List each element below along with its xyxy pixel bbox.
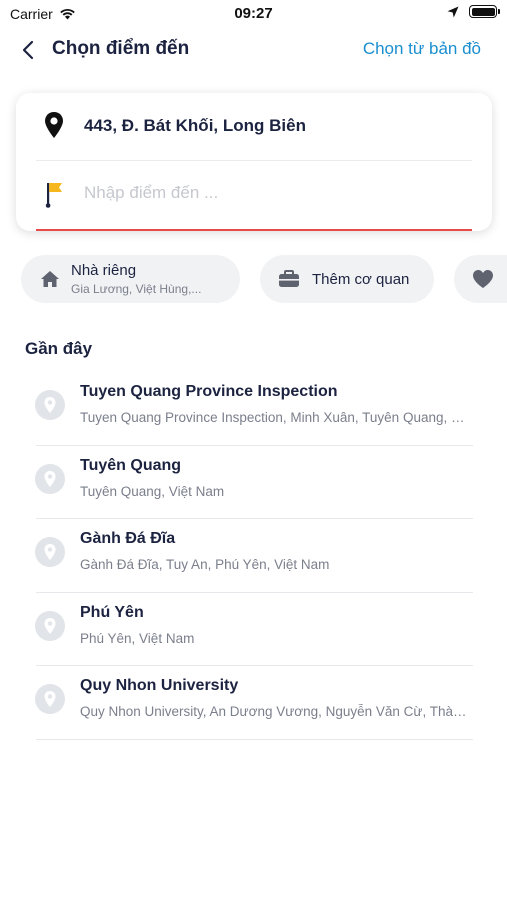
add-work-chip[interactable]: Thêm cơ quan	[260, 255, 434, 303]
back-button[interactable]	[14, 36, 42, 64]
location-pin-icon	[45, 112, 63, 138]
recent-item-name: Tuyên Quang	[80, 456, 182, 474]
map-pin-icon	[35, 463, 65, 494]
heart-icon	[472, 268, 494, 290]
recent-item-address: Phú Yên, Việt Nam	[80, 630, 195, 646]
destination-underline	[36, 229, 472, 231]
route-card: 443, Đ. Bát Khối, Long Biên	[16, 93, 492, 231]
map-pin-icon	[35, 537, 65, 567]
status-bar: Carrier 09:27	[0, 0, 507, 28]
recent-item[interactable]: Quy Nhon University Quy Nhon University,…	[0, 666, 507, 740]
chevron-left-icon	[22, 40, 34, 60]
recent-list: Tuyen Quang Province Inspection Tuyen Qu…	[0, 372, 507, 740]
recent-item[interactable]: Gành Đá Đĩa Gành Đá Đĩa, Tuy An, Phú Yên…	[0, 519, 507, 593]
flag-icon	[45, 183, 62, 208]
map-pin-icon	[35, 390, 65, 420]
destination-row	[16, 161, 492, 227]
favorites-chip[interactable]	[454, 255, 507, 303]
list-divider	[36, 738, 473, 740]
briefcase-icon	[278, 268, 300, 290]
recent-item-address: Tuyen Quang Province Inspection, Minh Xu…	[80, 410, 472, 425]
status-indicators	[447, 5, 500, 18]
nav-bar: Chọn điểm đến Chọn từ bản đồ	[0, 28, 507, 72]
home-icon	[39, 268, 61, 290]
recent-section-title: Gần đây	[25, 339, 93, 358]
pick-from-map-button[interactable]: Chọn từ bản đồ	[363, 39, 481, 59]
recent-item-address: Tuyên Quang, Việt Nam	[80, 483, 225, 499]
origin-row[interactable]: 443, Đ. Bát Khối, Long Biên	[16, 93, 492, 159]
location-arrow-icon	[447, 6, 459, 17]
recent-item-name: Phú Yên	[80, 603, 144, 621]
recent-item[interactable]: Tuyên Quang Tuyên Quang, Việt Nam	[0, 446, 507, 519]
recent-item-address: Gành Đá Đĩa, Tuy An, Phú Yên, Việt Nam	[80, 557, 330, 572]
home-chip[interactable]: Nhà riêng Gia Lương, Việt Hùng,...	[21, 255, 240, 303]
home-chip-title: Nhà riêng	[71, 262, 137, 279]
battery-icon	[469, 5, 500, 18]
recent-item[interactable]: Phú Yên Phú Yên, Việt Nam	[0, 593, 507, 666]
add-work-chip-title: Thêm cơ quan	[312, 270, 410, 288]
battery-level	[471, 7, 495, 16]
recent-item-name: Gành Đá Đĩa	[80, 530, 176, 547]
recent-item-name: Tuyen Quang Province Inspection	[80, 383, 338, 400]
recent-item-name: Quy Nhon University	[80, 677, 239, 694]
destination-input[interactable]	[84, 177, 464, 209]
home-chip-subtitle: Gia Lương, Việt Hùng,...	[71, 282, 202, 296]
origin-address: 443, Đ. Bát Khối, Long Biên	[84, 116, 306, 135]
saved-places-chips: Nhà riêng Gia Lương, Việt Hùng,... Thêm …	[21, 255, 507, 305]
home-chip-texts: Nhà riêng Gia Lương, Việt Hùng,...	[71, 262, 201, 296]
status-time: 09:27	[234, 5, 273, 22]
map-pin-icon	[35, 684, 65, 714]
recent-item[interactable]: Tuyen Quang Province Inspection Tuyen Qu…	[0, 372, 507, 446]
page-title: Chọn điểm đến	[52, 38, 190, 59]
map-pin-icon	[35, 610, 65, 641]
recent-item-address: Quy Nhon University, An Dương Vương, Ngu…	[80, 704, 472, 719]
